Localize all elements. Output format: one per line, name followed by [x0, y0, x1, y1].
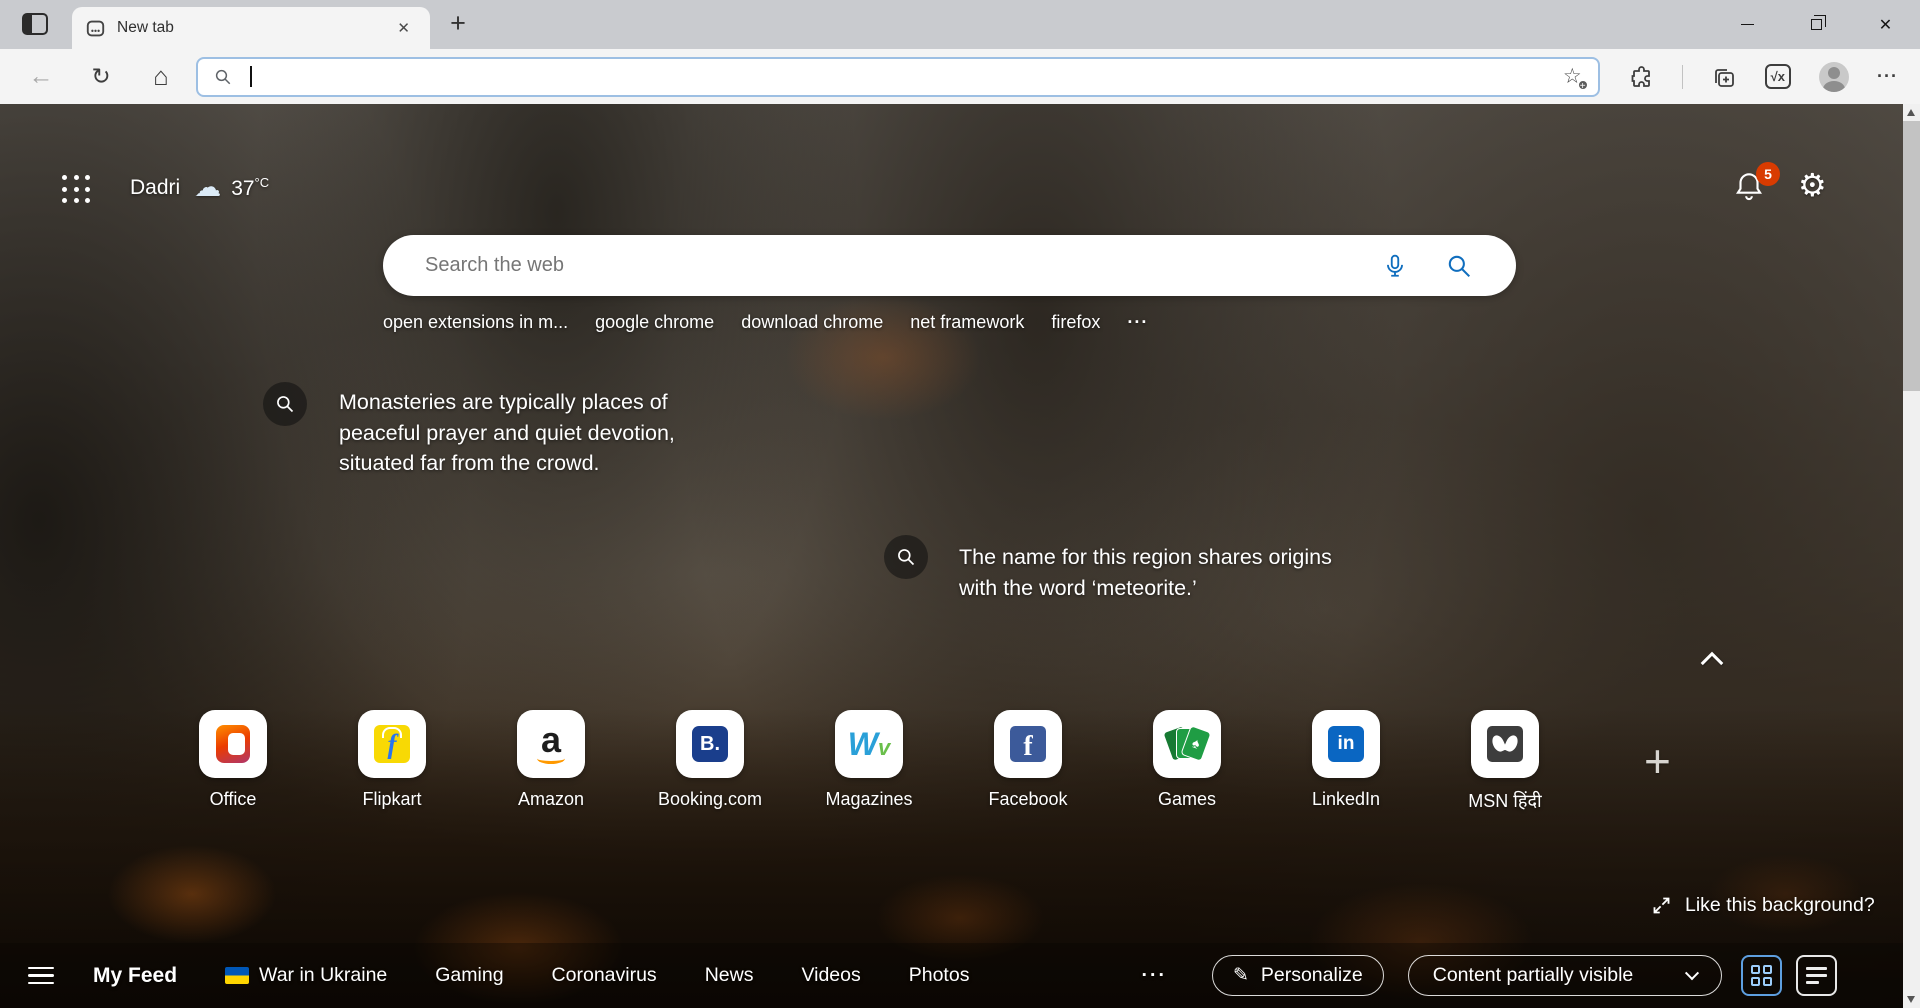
search-submit-icon[interactable]	[1446, 253, 1472, 279]
new-tab-page: Dadri ☁ 37°C 5 ⚙ Search the web open ext…	[0, 104, 1920, 1008]
chevron-down-icon	[1684, 965, 1699, 980]
refresh-button[interactable]: ↻	[84, 60, 118, 94]
feed-tab-gaming[interactable]: Gaming	[435, 964, 503, 987]
grid-layout-icon	[1750, 965, 1772, 986]
suggestion-link[interactable]: open extensions in m...	[383, 312, 568, 333]
photo-info-search-button[interactable]	[263, 382, 307, 426]
expand-arrows-icon	[1653, 897, 1670, 914]
tab-strip: New tab ✕ + ✕	[0, 0, 1920, 49]
voice-search-mic-icon[interactable]	[1382, 253, 1408, 279]
settings-more-icon[interactable]: ···	[1877, 66, 1898, 87]
quick-link-office[interactable]: Office	[177, 710, 289, 813]
quick-link-magazines[interactable]: Wv Magazines	[813, 710, 925, 813]
search-icon	[277, 396, 294, 413]
quick-link-facebook[interactable]: f Facebook	[972, 710, 1084, 813]
ukraine-flag-icon	[225, 967, 250, 984]
scrollbar-thumb[interactable]	[1903, 121, 1920, 391]
list-layout-icon	[1805, 967, 1827, 984]
quick-link-linkedin[interactable]: in LinkedIn	[1290, 710, 1402, 813]
page-scrollbar[interactable]	[1903, 104, 1920, 1008]
feed-tab-videos[interactable]: Videos	[801, 964, 860, 987]
browser-toolbar: ← ↻ ⌂ ☆ + √x ···	[0, 49, 1920, 104]
window-close-button[interactable]: ✕	[1851, 0, 1920, 49]
tab-actions-menu-icon[interactable]	[22, 13, 48, 35]
photo-caption: Monasteries are typically places of peac…	[339, 390, 675, 475]
search-placeholder: Search the web	[425, 254, 564, 276]
flipkart-icon: f	[374, 725, 410, 763]
address-search-icon	[215, 69, 231, 84]
collapse-chevron-up-icon[interactable]	[1700, 651, 1724, 675]
photo-info-search-button[interactable]	[884, 535, 928, 579]
suggestion-link[interactable]: google chrome	[595, 312, 714, 333]
weather-widget[interactable]: Dadri ☁ 37°C	[130, 172, 269, 203]
feed-tab-war-in-ukraine[interactable]: War in Ukraine	[225, 964, 387, 987]
quick-link-flipkart[interactable]: f Flipkart	[336, 710, 448, 813]
list-layout-button[interactable]	[1795, 955, 1837, 996]
like-background-link[interactable]: Like this background?	[1651, 894, 1875, 917]
add-favorite-button[interactable]: ☆ +	[1563, 64, 1589, 92]
suggestions-more-icon[interactable]: ···	[1127, 312, 1148, 333]
home-button[interactable]: ⌂	[144, 60, 178, 94]
amazon-icon: a	[537, 721, 565, 764]
add-site-button[interactable]: +	[1644, 734, 1671, 788]
tab-title: New tab	[117, 19, 174, 36]
search-suggestions: open extensions in m... google chrome do…	[383, 312, 1148, 333]
search-icon	[898, 549, 915, 566]
extensions-puzzle-icon[interactable]	[1630, 65, 1654, 89]
photo-caption: The name for this region shares origins …	[959, 545, 1332, 600]
personalize-button[interactable]: ✎ Personalize	[1211, 955, 1384, 996]
restore-icon	[1811, 15, 1826, 30]
suggestion-link[interactable]: net framework	[910, 312, 1024, 333]
back-button[interactable]: ←	[24, 60, 58, 94]
magazines-icon: Wv	[847, 725, 891, 762]
quick-link-amazon[interactable]: a Amazon	[495, 710, 607, 813]
address-bar[interactable]: ☆ +	[196, 56, 1600, 97]
scrollbar-down-arrow[interactable]	[1907, 996, 1915, 1003]
new-tab-favicon-icon	[86, 20, 105, 36]
games-cards-icon: ♠	[1162, 724, 1212, 764]
notification-badge: 5	[1756, 162, 1780, 186]
window-restore-button[interactable]	[1782, 0, 1851, 49]
text-cursor	[250, 66, 252, 87]
page-settings-gear-icon[interactable]: ⚙	[1798, 166, 1827, 204]
profile-avatar[interactable]	[1819, 61, 1850, 92]
feed-tab-photos[interactable]: Photos	[909, 964, 970, 987]
grid-layout-button[interactable]	[1740, 955, 1782, 996]
feed-bar: My Feed War in Ukraine Gaming Coronaviru…	[0, 943, 1903, 1008]
weather-temperature: 37°C	[231, 174, 270, 200]
quick-link-booking[interactable]: B. Booking.com	[654, 710, 766, 813]
feed-tab-coronavirus[interactable]: Coronavirus	[552, 964, 657, 987]
content-visibility-dropdown[interactable]: Content partially visible	[1407, 955, 1722, 996]
collections-icon[interactable]	[1711, 65, 1737, 89]
feed-tab-my-feed[interactable]: My Feed	[93, 964, 177, 988]
quick-link-games[interactable]: ♠ Games	[1131, 710, 1243, 813]
msn-butterfly-icon	[1487, 726, 1523, 762]
facebook-icon: f	[1010, 726, 1046, 762]
scrollbar-up-arrow[interactable]	[1907, 109, 1915, 116]
page-layout-menu-icon[interactable]	[62, 175, 92, 205]
web-search-box[interactable]: Search the web	[383, 235, 1516, 296]
tab-new-tab[interactable]: New tab ✕	[72, 7, 430, 49]
pencil-icon: ✎	[1232, 965, 1249, 986]
quick-links-row: Office f Flipkart a Amazon B. Booking.co…	[177, 710, 1561, 813]
cloud-icon: ☁	[194, 172, 222, 202]
math-solver-icon[interactable]: √x	[1764, 64, 1792, 89]
window-minimize-button[interactable]	[1713, 0, 1782, 49]
notifications-button[interactable]: 5	[1732, 162, 1780, 206]
star-plus-badge: +	[1576, 79, 1589, 92]
quick-link-msn-hindi[interactable]: MSN हिंदी	[1449, 710, 1561, 813]
minimize-icon	[1741, 24, 1754, 25]
suggestion-link[interactable]: download chrome	[741, 312, 883, 333]
toolbar-divider	[1681, 64, 1683, 89]
new-tab-button[interactable]: +	[442, 8, 474, 39]
feed-tab-news[interactable]: News	[705, 964, 754, 987]
weather-location: Dadri	[130, 175, 181, 199]
feed-more-icon[interactable]: ···	[1141, 964, 1166, 987]
linkedin-icon: in	[1328, 726, 1364, 762]
office-icon	[216, 725, 250, 763]
tab-close-icon[interactable]: ✕	[391, 17, 416, 39]
feed-menu-hamburger-icon[interactable]	[28, 966, 54, 985]
booking-icon: B.	[692, 726, 728, 762]
suggestion-link[interactable]: firefox	[1051, 312, 1100, 333]
